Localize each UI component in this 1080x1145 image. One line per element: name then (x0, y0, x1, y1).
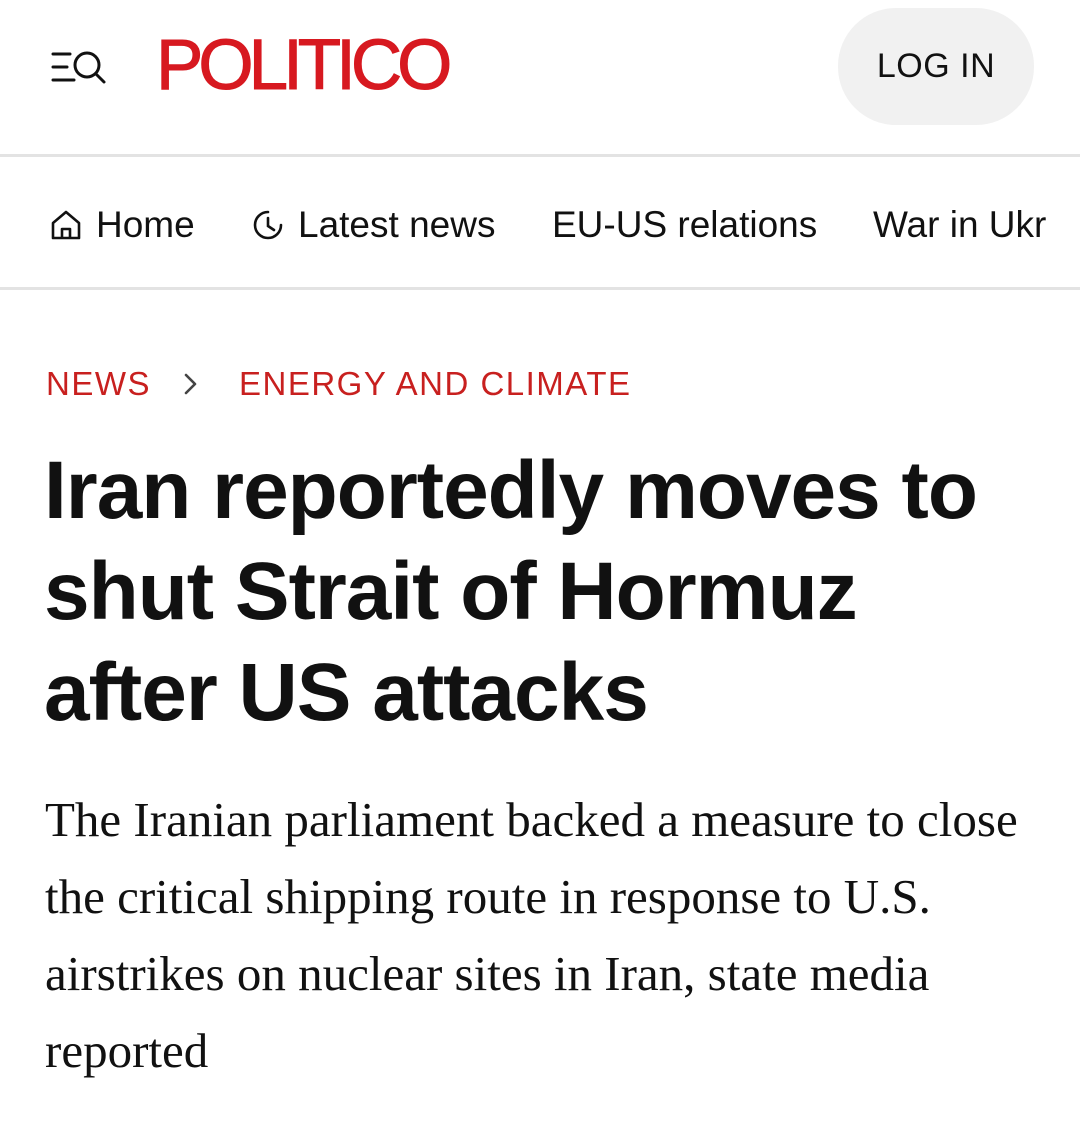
nav-item-war-in-ukraine[interactable]: War in Ukr (873, 200, 1046, 250)
section-nav: Home Latest news EU-US relations War in … (0, 160, 1080, 290)
nav-item-label: Home (96, 204, 195, 245)
nav-overflow-fade (1050, 160, 1080, 287)
breadcrumb: NEWS ENERGY AND CLIMATE (46, 364, 632, 404)
menu-search-button[interactable] (50, 46, 108, 88)
top-header: POLITICO LOG IN (0, 0, 1080, 157)
login-button[interactable]: LOG IN (838, 8, 1034, 125)
nav-item-label: War in Ukr (873, 204, 1047, 245)
home-icon (48, 207, 84, 243)
nav-item-label: Latest news (298, 204, 496, 245)
nav-item-home[interactable]: Home (48, 200, 195, 250)
chevron-right-icon (181, 372, 201, 396)
nav-item-latest-news[interactable]: Latest news (250, 200, 495, 250)
menu-search-icon (51, 51, 106, 84)
breadcrumb-energy-and-climate[interactable]: ENERGY AND CLIMATE (239, 365, 632, 403)
breadcrumb-news[interactable]: NEWS (46, 365, 151, 403)
politico-logo[interactable]: POLITICO (155, 26, 452, 106)
article-headline: Iran reportedly moves to shut Strait of … (44, 445, 978, 738)
article-dek: The Iranian parliament backed a measure … (45, 792, 1018, 1078)
clock-icon (250, 207, 286, 243)
nav-item-eu-us-relations[interactable]: EU-US relations (552, 200, 817, 250)
nav-item-label: EU-US relations (552, 204, 818, 245)
